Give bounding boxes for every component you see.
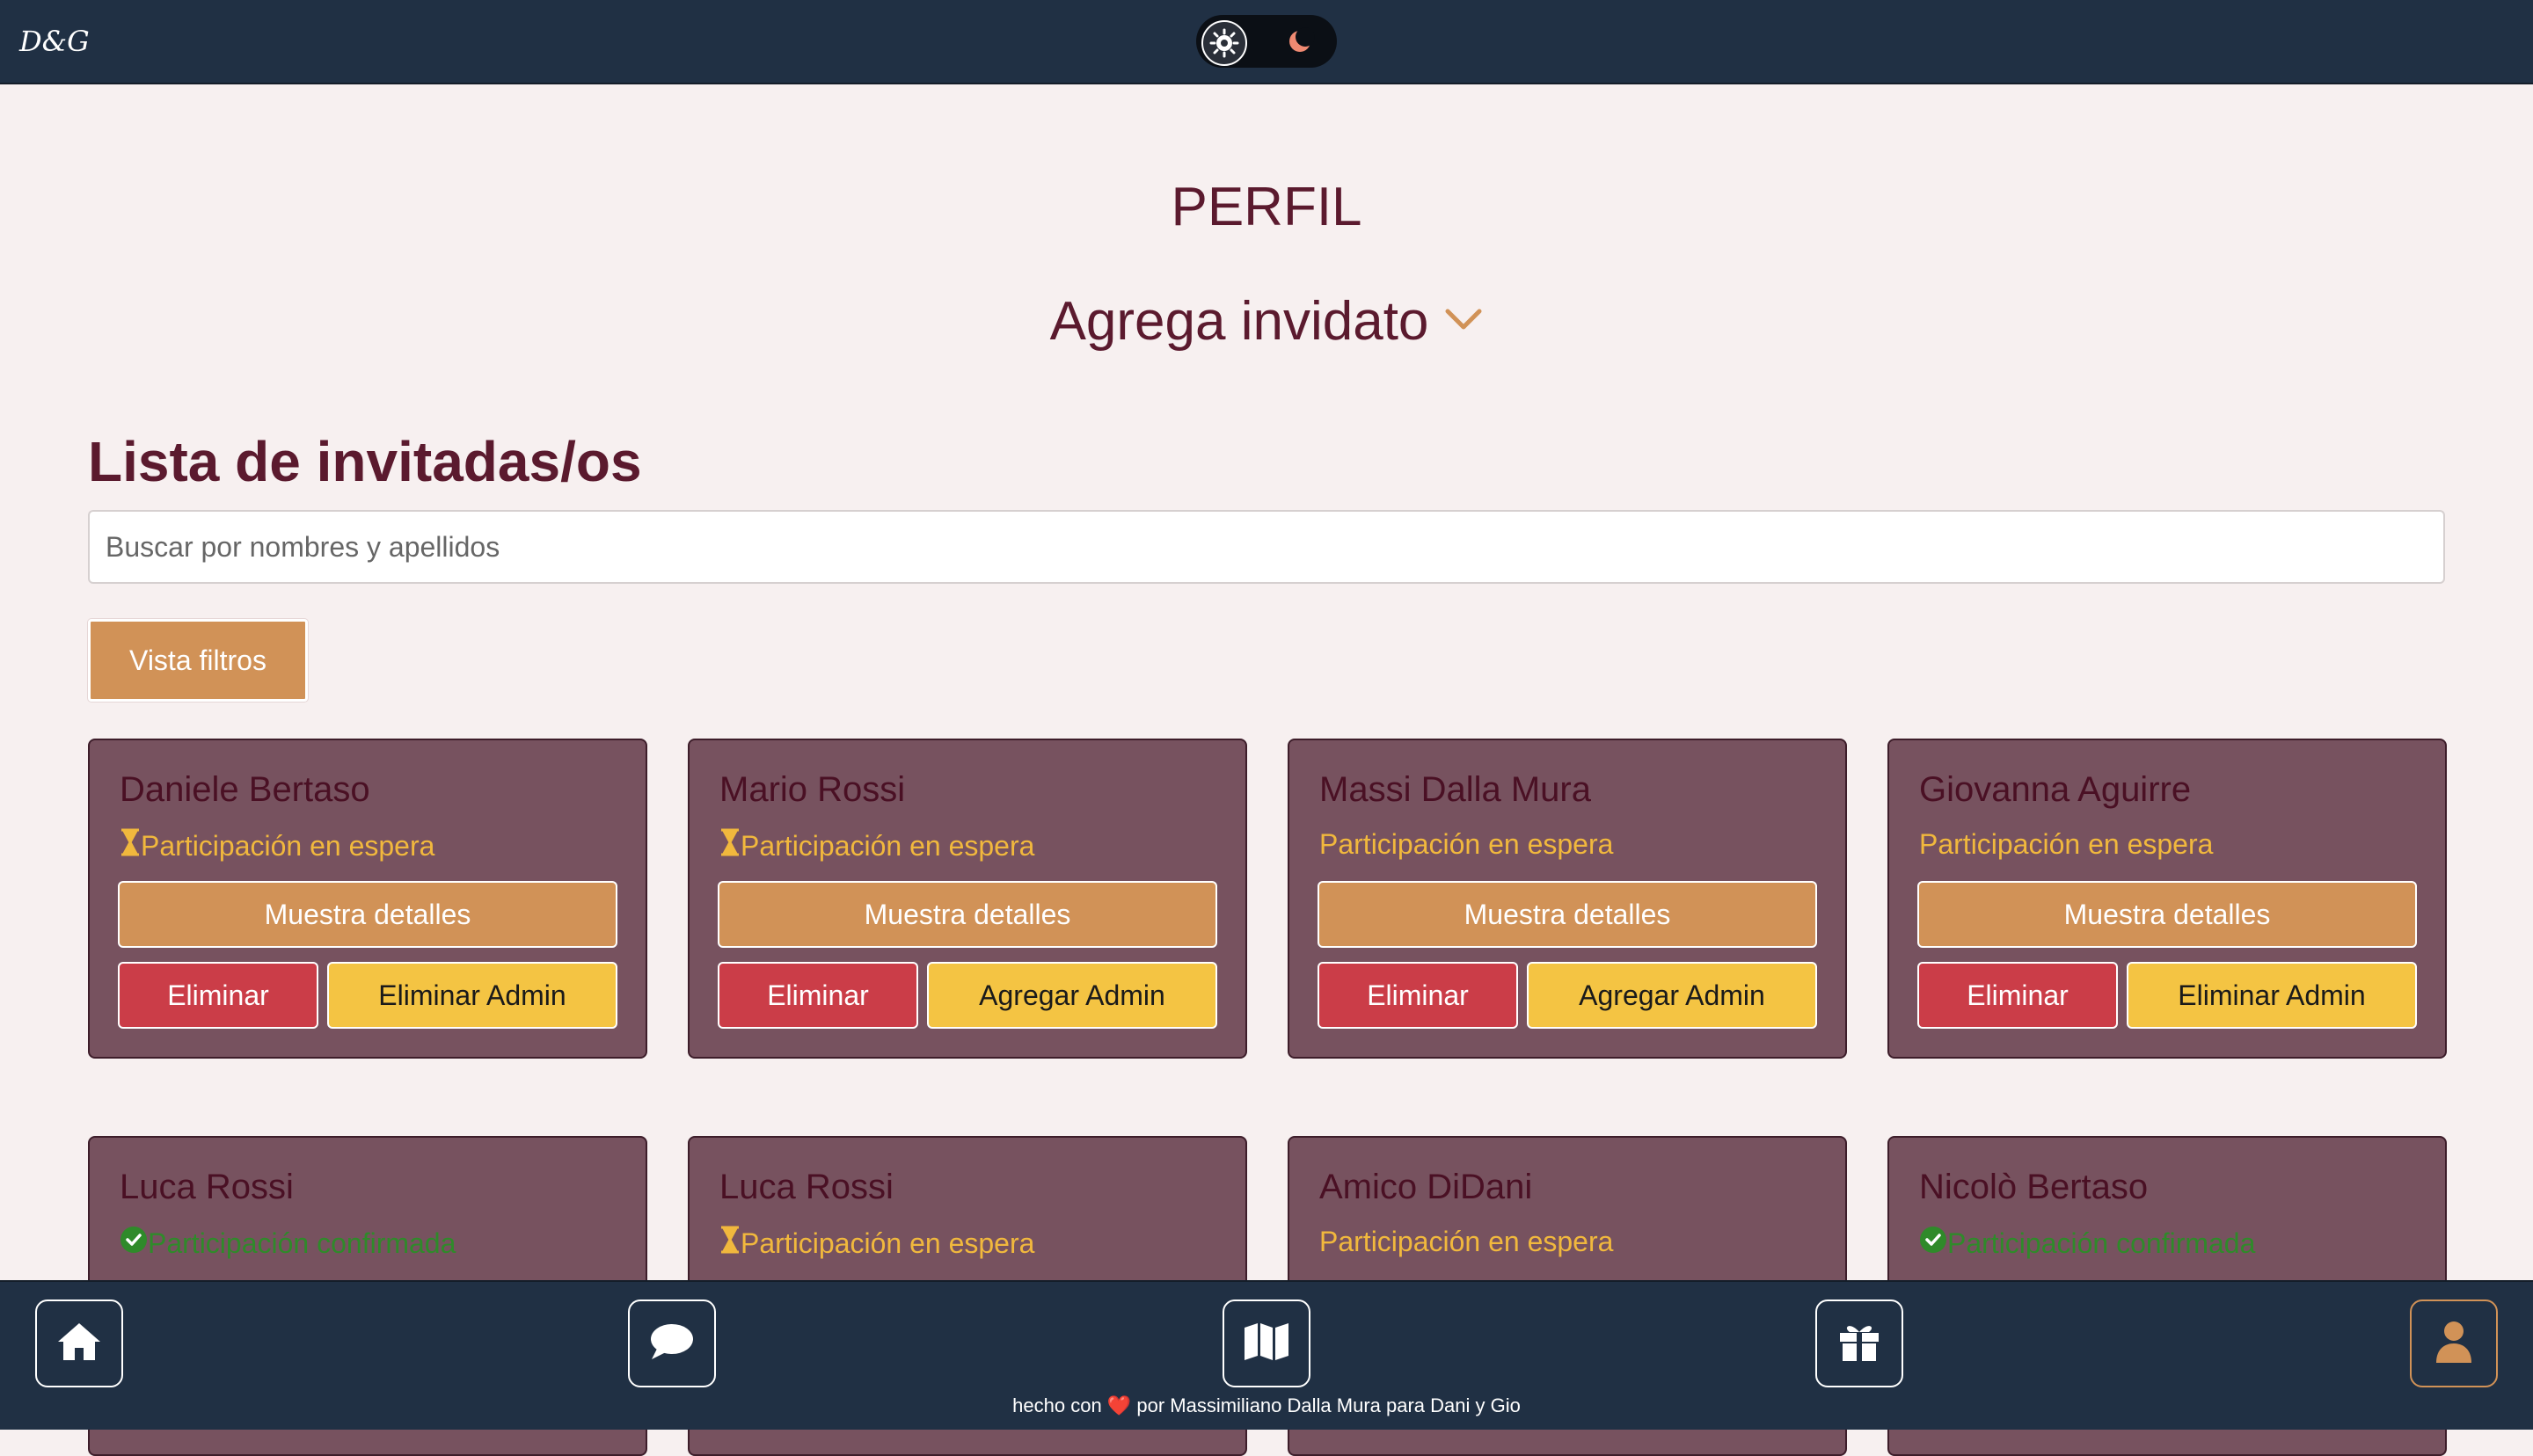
filters-button[interactable]: Vista filtros xyxy=(88,619,308,702)
guest-status-text: Participación confirmada xyxy=(1947,1227,2256,1259)
footer-prefix: hecho con xyxy=(1012,1394,1102,1416)
add-guest-toggle[interactable]: Agrega invidato xyxy=(0,290,2533,353)
hourglass-icon xyxy=(120,828,141,863)
guest-status: Participación en espera xyxy=(1919,828,2213,861)
admin-toggle-button[interactable]: Eliminar Admin xyxy=(2127,962,2417,1029)
guest-status-text: Participación en espera xyxy=(141,829,435,862)
delete-button[interactable]: Eliminar xyxy=(718,962,918,1029)
map-icon xyxy=(1242,1321,1291,1367)
guest-status-text: Participación en espera xyxy=(741,829,1035,862)
guest-status-text: Participación confirmada xyxy=(148,1227,456,1259)
admin-toggle-button[interactable]: Agregar Admin xyxy=(1527,962,1817,1029)
admin-toggle-button[interactable]: Agregar Admin xyxy=(927,962,1217,1029)
guest-status-text: Participación en espera xyxy=(1319,1226,1614,1257)
delete-button[interactable]: Eliminar xyxy=(118,962,318,1029)
check-circle-icon xyxy=(1919,1226,1947,1261)
check-circle-icon xyxy=(120,1226,148,1261)
guest-name: Luca Rossi xyxy=(719,1168,894,1206)
guest-status: Participación en espera xyxy=(1319,828,1613,861)
hourglass-icon xyxy=(719,828,741,863)
chevron-down-icon[interactable] xyxy=(1444,306,1483,337)
guest-status: Participación confirmada xyxy=(120,1226,456,1261)
add-guest-label: Agrega invidato xyxy=(1049,291,1429,352)
nav-home-button[interactable] xyxy=(35,1299,123,1387)
guest-status: Participación en espera xyxy=(120,828,434,863)
guest-status: Participación en espera xyxy=(719,1226,1034,1261)
delete-button[interactable]: Eliminar xyxy=(1318,962,1518,1029)
nav-map-button[interactable] xyxy=(1223,1299,1310,1387)
hourglass-icon xyxy=(719,1226,741,1261)
admin-toggle-button[interactable]: Eliminar Admin xyxy=(327,962,617,1029)
gift-icon xyxy=(1837,1320,1881,1368)
guest-list-title: Lista de invitadas/os xyxy=(88,430,642,493)
guest-status: Participación en espera xyxy=(1319,1226,1613,1258)
guest-name: Mario Rossi xyxy=(719,770,906,809)
show-details-button[interactable]: Muestra detalles xyxy=(718,881,1217,948)
guest-name: Giovanna Aguirre xyxy=(1919,770,2192,809)
guest-status: Participación en espera xyxy=(719,828,1034,863)
footer-credits: hecho con ❤️ por Massimiliano Dalla Mura… xyxy=(0,1394,2533,1417)
guest-status-text: Participación en espera xyxy=(741,1227,1035,1259)
show-details-button[interactable]: Muestra detalles xyxy=(118,881,617,948)
nav-profile-button[interactable] xyxy=(2410,1299,2498,1387)
guest-name: Daniele Bertaso xyxy=(120,770,370,809)
footer-suffix: por Massimiliano Dalla Mura para Dani y … xyxy=(1136,1394,1521,1416)
guest-card: Daniele Bertaso Participación en espera … xyxy=(88,739,647,1059)
show-details-button[interactable]: Muestra detalles xyxy=(1917,881,2417,948)
guest-status-text: Participación en espera xyxy=(1319,828,1614,860)
delete-button[interactable]: Eliminar xyxy=(1917,962,2118,1029)
guest-name: Nicolò Bertaso xyxy=(1919,1168,2149,1206)
chat-icon xyxy=(648,1321,696,1367)
guest-status: Participación confirmada xyxy=(1919,1226,2255,1261)
sun-gear-icon[interactable] xyxy=(1201,20,1247,66)
guest-card: Giovanna Aguirre Participación en espera… xyxy=(1887,739,2447,1059)
guest-status-text: Participación en espera xyxy=(1919,828,2214,860)
page-title: PERFIL xyxy=(1171,177,1362,237)
guest-name: Luca Rossi xyxy=(120,1168,294,1206)
guest-card: Massi Dalla Mura Participación en espera… xyxy=(1288,739,1847,1059)
guest-name: Massi Dalla Mura xyxy=(1319,770,1591,809)
heart-icon: ❤️ xyxy=(1106,1394,1132,1416)
user-icon xyxy=(2434,1319,2473,1369)
logo: D&G xyxy=(19,25,90,58)
guest-name: Amico DiDani xyxy=(1319,1168,1533,1206)
search-input[interactable] xyxy=(88,510,2445,584)
home-icon xyxy=(55,1321,103,1367)
moon-icon[interactable] xyxy=(1284,25,1316,57)
nav-gift-button[interactable] xyxy=(1815,1299,1903,1387)
theme-toggle[interactable] xyxy=(1196,15,1337,68)
show-details-button[interactable]: Muestra detalles xyxy=(1318,881,1817,948)
top-bar: D&G xyxy=(0,0,2533,84)
bottom-nav: hecho con ❤️ por Massimiliano Dalla Mura… xyxy=(0,1280,2533,1430)
nav-chat-button[interactable] xyxy=(628,1299,716,1387)
guest-card: Mario Rossi Participación en espera Mues… xyxy=(688,739,1247,1059)
